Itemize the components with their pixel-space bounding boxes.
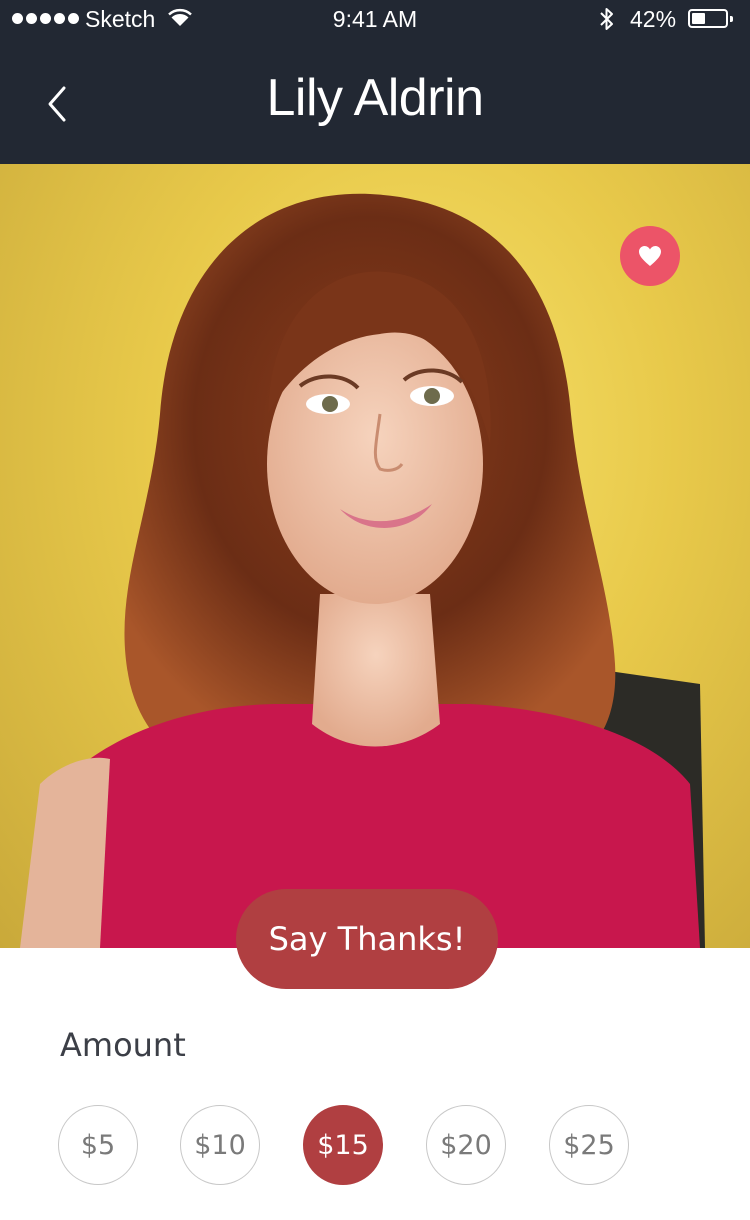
favorite-button[interactable] (620, 226, 680, 286)
amount-option-15[interactable]: $15 (303, 1105, 383, 1185)
amount-option-5[interactable]: $5 (58, 1105, 138, 1185)
app-header: Sketch 9:41 AM 42% Lily Aldrin (0, 0, 750, 164)
heart-icon (639, 246, 661, 266)
amount-option-10[interactable]: $10 (180, 1105, 260, 1185)
page-title: Lily Aldrin (266, 69, 484, 127)
battery-icon (688, 9, 733, 28)
amount-label: Amount (60, 1026, 186, 1064)
amount-option-20[interactable]: $20 (426, 1105, 506, 1185)
amount-options: $5 $10 $15 $20 $25 (58, 1105, 688, 1187)
battery-percent: 42% (630, 6, 677, 32)
say-thanks-button[interactable]: Say Thanks! (236, 889, 498, 989)
bluetooth-icon (598, 6, 616, 38)
amount-option-25[interactable]: $25 (549, 1105, 629, 1185)
status-bar: Sketch 9:41 AM 42% (0, 0, 750, 40)
